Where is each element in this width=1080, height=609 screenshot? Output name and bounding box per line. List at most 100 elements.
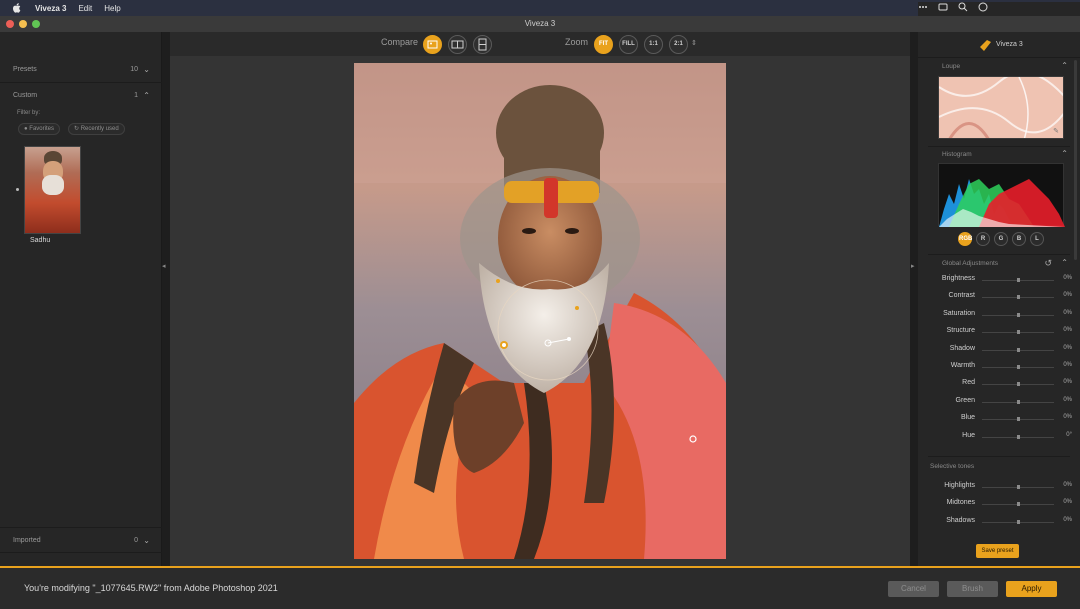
- custom-label: Custom: [13, 92, 38, 99]
- apple-icon[interactable]: [12, 3, 21, 13]
- chevron-up-icon[interactable]: ⌃: [1061, 258, 1068, 267]
- slider-knob[interactable]: [1017, 417, 1020, 422]
- slider-brightness[interactable]: [982, 278, 1054, 282]
- global-adjustments-title: Global Adjustments: [942, 260, 999, 267]
- search-icon[interactable]: [958, 2, 968, 12]
- slider-knob[interactable]: [1017, 365, 1020, 369]
- save-preset-button[interactable]: Save preset: [976, 544, 1019, 558]
- preview-photo[interactable]: [354, 63, 726, 559]
- preset-thumbnail[interactable]: [24, 146, 81, 234]
- slider-contrast[interactable]: [982, 295, 1054, 300]
- channel-b-button[interactable]: B: [1012, 232, 1026, 246]
- cancel-button[interactable]: Cancel: [888, 581, 939, 597]
- histogram: [938, 163, 1065, 227]
- channel-l-button[interactable]: L: [1030, 232, 1044, 246]
- compare-split-button[interactable]: [423, 35, 442, 54]
- eyedropper-icon[interactable]: ✎: [1053, 127, 1059, 135]
- zoom-stepper-icon[interactable]: ⇕: [691, 39, 697, 47]
- slider-green[interactable]: [982, 399, 1054, 404]
- channel-r-button[interactable]: R: [976, 232, 990, 246]
- slider-row-green: Green 0%: [918, 395, 1080, 409]
- chevron-up-icon[interactable]: ⌃: [1061, 61, 1068, 70]
- zoom-label: Zoom: [565, 37, 589, 47]
- brush-button[interactable]: Brush: [947, 581, 998, 597]
- menu-help[interactable]: Help: [104, 4, 120, 13]
- slider-warmth[interactable]: [982, 365, 1054, 369]
- compare-stacked-button[interactable]: [473, 35, 492, 54]
- slider-structure[interactable]: [982, 330, 1054, 335]
- slider-knob[interactable]: [1017, 502, 1020, 507]
- chevron-up-icon[interactable]: ⌃: [1061, 149, 1068, 158]
- right-panel-scrollbar[interactable]: [1074, 60, 1077, 260]
- brand-header: Viveza 3: [918, 32, 1080, 58]
- chevron-down-icon[interactable]: ⌄: [143, 528, 150, 554]
- slider-row-red: Red 0%: [918, 377, 1080, 391]
- compare-side-by-side-button[interactable]: [448, 35, 467, 54]
- portrait-image: [354, 63, 726, 559]
- slider-value: 0%: [1063, 499, 1072, 506]
- presets-count: 10: [130, 66, 138, 73]
- slider-knob[interactable]: [1017, 312, 1020, 317]
- collapse-left-icon[interactable]: ◂: [162, 262, 166, 270]
- thumb-beard: [42, 175, 64, 195]
- minimize-window-button[interactable]: [19, 20, 27, 28]
- reset-icon[interactable]: ↺: [1044, 258, 1052, 269]
- brand-name: Viveza 3: [996, 41, 1023, 48]
- slider-label: Red: [962, 379, 975, 387]
- loupe-title: Loupe: [942, 63, 961, 70]
- presets-section[interactable]: Presets 10 ⌄: [0, 57, 162, 83]
- apply-button[interactable]: Apply: [1006, 581, 1057, 597]
- left-panel: Presets 10 ⌄ Custom 1 ⌃ Filter by: ● Fav…: [0, 32, 162, 566]
- slider-value: 0%: [1063, 482, 1072, 488]
- preview-canvas[interactable]: [170, 56, 910, 566]
- status-message: You're modifying "_1077645.RW2" from Ado…: [24, 583, 278, 593]
- viveza-logo-icon: [980, 40, 991, 51]
- slider-blue[interactable]: [982, 417, 1054, 422]
- slider-hue[interactable]: [982, 434, 1054, 439]
- window-titlebar: Viveza 3: [0, 16, 1080, 32]
- filter-favorites[interactable]: ● Favorites: [18, 123, 60, 135]
- custom-count: 1: [134, 92, 138, 99]
- zoom-1-1-button[interactable]: 1:1: [644, 35, 663, 54]
- close-window-button[interactable]: [6, 20, 14, 28]
- slider-row-shadow: Shadow 0%: [918, 343, 1080, 357]
- channel-rgb-button[interactable]: RGB: [958, 232, 972, 246]
- zoom-fit-button[interactable]: FIT: [594, 35, 613, 54]
- divider: [928, 456, 1070, 457]
- zoom-2-1-button[interactable]: 2:1: [669, 35, 688, 54]
- slider-value: 0%: [1063, 396, 1072, 403]
- menu-edit[interactable]: Edit: [78, 4, 92, 13]
- imported-section[interactable]: Imported 0 ⌄: [0, 527, 162, 553]
- slider-shadows[interactable]: [982, 519, 1054, 524]
- slider-highlights[interactable]: [982, 485, 1054, 489]
- slider-shadow[interactable]: [982, 347, 1054, 352]
- slider-knob[interactable]: [1017, 295, 1020, 300]
- slider-value: 0%: [1063, 292, 1072, 299]
- channel-g-button[interactable]: G: [994, 232, 1008, 246]
- slider-midtones[interactable]: [982, 502, 1054, 507]
- slider-knob[interactable]: [1017, 347, 1020, 352]
- slider-row-midtones: Midtones 0%: [918, 497, 1080, 511]
- control-center-icon[interactable]: [938, 2, 948, 12]
- slider-knob[interactable]: [1017, 434, 1020, 439]
- slider-knob[interactable]: [1017, 330, 1020, 335]
- zoom-fill-button[interactable]: FILL: [619, 35, 638, 54]
- histogram-graph: [939, 179, 1065, 227]
- slider-knob[interactable]: [1017, 278, 1020, 282]
- chevron-down-icon[interactable]: ⌄: [143, 57, 150, 83]
- slider-row-highlights: Highlights 0%: [918, 480, 1080, 494]
- more-icon[interactable]: [918, 2, 928, 12]
- slider-knob[interactable]: [1017, 485, 1020, 489]
- slider-knob[interactable]: [1017, 382, 1020, 387]
- menu-app-name[interactable]: Viveza 3: [35, 4, 66, 13]
- zoom-window-button[interactable]: [32, 20, 40, 28]
- slider-red[interactable]: [982, 382, 1054, 387]
- slider-knob[interactable]: [1017, 519, 1020, 524]
- slider-saturation[interactable]: [982, 312, 1054, 317]
- siri-icon[interactable]: [978, 2, 988, 12]
- filter-recently-used[interactable]: ↻ Recently used: [68, 123, 125, 135]
- slider-knob[interactable]: [1017, 399, 1020, 404]
- collapse-right-icon[interactable]: ▸: [911, 262, 915, 270]
- custom-section[interactable]: Custom 1 ⌃: [0, 83, 162, 109]
- chevron-up-icon[interactable]: ⌃: [143, 83, 150, 109]
